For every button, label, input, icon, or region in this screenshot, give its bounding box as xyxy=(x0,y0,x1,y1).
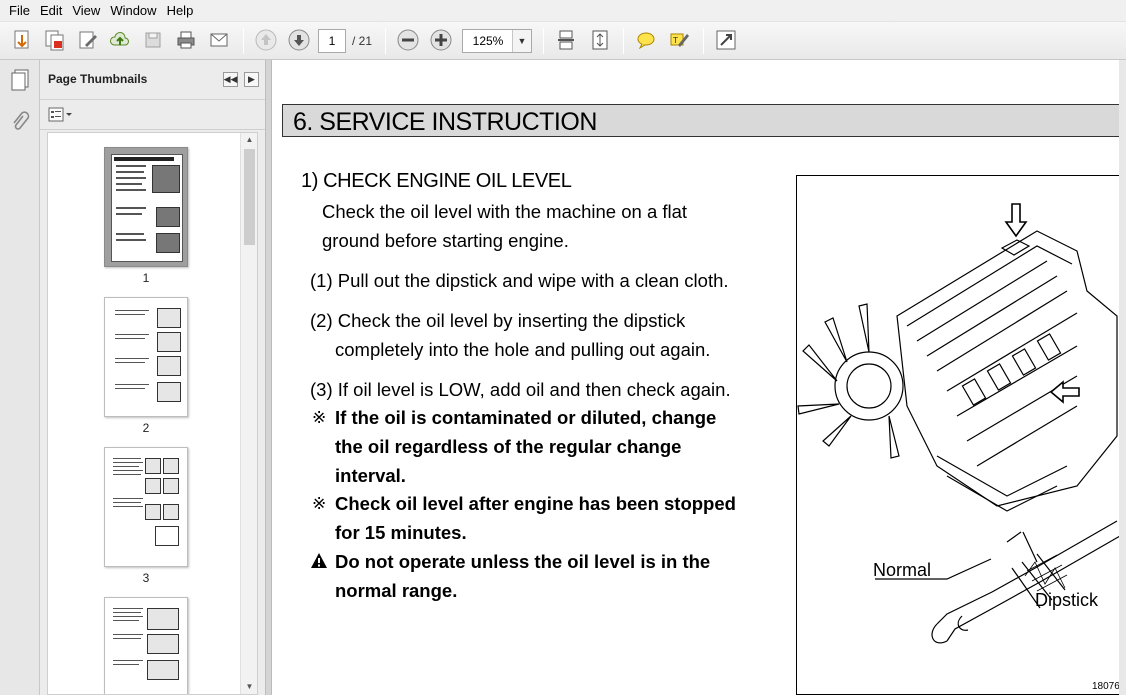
normal-label: Normal xyxy=(873,560,932,580)
next-page-icon[interactable] xyxy=(286,27,312,53)
toolbar: 1 / 21 125% ▼ T xyxy=(0,22,1126,60)
thumbnail-page-4[interactable] xyxy=(104,597,188,694)
scroll-down-icon[interactable]: ▼ xyxy=(241,680,257,694)
menu-view[interactable]: View xyxy=(67,0,105,22)
scroll-up-icon[interactable]: ▲ xyxy=(241,133,257,147)
warning-line-1: Do not operate unless the oil level is i… xyxy=(335,551,711,572)
zoom-out-icon[interactable] xyxy=(395,27,421,53)
thumbnail-label: 2 xyxy=(142,421,150,435)
menu-bar: File Edit View Window Help xyxy=(0,0,1126,22)
zoom-select[interactable]: 125% ▼ xyxy=(462,29,532,53)
step-2-line-2: completely into the hole and pulling out… xyxy=(335,339,711,360)
expand-icon[interactable] xyxy=(713,27,739,53)
figure-number: 18076 xyxy=(1092,681,1120,692)
create-pdf-icon[interactable] xyxy=(9,27,35,53)
thumbnail-page-3[interactable] xyxy=(104,447,188,567)
thumbnails-panel: Page Thumbnails ◀◀ ▶ 1 2 3 ▲ ▼ xyxy=(40,60,265,695)
step-3: (3) If oil level is LOW, add oil and the… xyxy=(310,379,731,400)
print-icon[interactable] xyxy=(173,27,199,53)
note-2-line-1: Check oil level after engine has been st… xyxy=(335,493,736,514)
note-1-line-1: If the oil is contaminated or diluted, c… xyxy=(335,407,717,428)
combine-files-icon[interactable] xyxy=(41,27,67,53)
thumbnails-scrollbar[interactable]: ▲ ▼ xyxy=(240,133,257,694)
note-1-line-2: the oil regardless of the regular change xyxy=(335,436,682,457)
thumbnail-page-2[interactable] xyxy=(104,297,188,417)
zoom-value: 125% xyxy=(472,34,504,48)
scrolling-mode-icon[interactable] xyxy=(553,27,579,53)
svg-text:T: T xyxy=(672,36,678,45)
document-scrollbar[interactable] xyxy=(1119,60,1126,695)
attachments-icon[interactable] xyxy=(6,108,34,136)
note-1-line-3: interval. xyxy=(335,465,406,486)
note-mark: ※ xyxy=(312,408,327,427)
email-icon[interactable] xyxy=(206,27,232,53)
engine-figure: Normal Dipstick xyxy=(796,175,1126,695)
thumbnails-toolbar xyxy=(40,100,265,130)
previous-page-icon[interactable] xyxy=(253,27,279,53)
warning-line-2: normal range. xyxy=(335,580,458,601)
section-banner: 6. SERVICE INSTRUCTION xyxy=(282,104,1122,137)
chevron-down-icon[interactable]: ▼ xyxy=(512,30,531,52)
zoom-in-icon[interactable] xyxy=(428,27,454,53)
fan-drawing xyxy=(797,303,904,459)
menu-file[interactable]: File xyxy=(4,0,35,22)
thumbnails-header: Page Thumbnails ◀◀ ▶ xyxy=(40,60,265,100)
page-number-input[interactable]: 1 xyxy=(318,29,346,53)
thumbnail-label: 1 xyxy=(142,271,150,285)
save-icon[interactable] xyxy=(140,27,166,53)
upload-cloud-icon[interactable] xyxy=(107,27,133,53)
intro-line-2: ground before starting engine. xyxy=(322,230,569,251)
step-2-line-1: (2) Check the oil level by inserting the… xyxy=(310,310,686,331)
menu-window[interactable]: Window xyxy=(105,0,161,22)
thumbnails-title: Page Thumbnails xyxy=(48,72,148,86)
note-mark: ※ xyxy=(312,494,327,513)
thumbnail-label: 3 xyxy=(142,571,150,585)
engine-illustration xyxy=(797,203,1121,644)
thumbnail-page-1[interactable] xyxy=(104,147,188,267)
navigation-strip xyxy=(0,60,40,695)
warning-icon xyxy=(310,552,328,574)
edit-document-icon[interactable] xyxy=(75,27,101,53)
step-1: (1) Pull out the dipstick and wipe with … xyxy=(310,270,729,291)
section-title: 6. SERVICE INSTRUCTION xyxy=(293,108,597,136)
collapse-panel-icon[interactable]: ◀◀ xyxy=(223,72,238,87)
highlight-icon[interactable]: T xyxy=(666,27,692,53)
document-page: 6. SERVICE INSTRUCTION 1) CHECK ENGINE O… xyxy=(271,60,1126,695)
thumbnails-list: 1 2 3 ▲ ▼ xyxy=(47,132,258,695)
page-thumbnails-icon[interactable] xyxy=(6,66,34,94)
expand-panel-icon[interactable]: ▶ xyxy=(244,72,259,87)
options-menu-icon[interactable] xyxy=(48,107,74,128)
menu-help[interactable]: Help xyxy=(162,0,199,22)
comment-icon[interactable] xyxy=(633,27,659,53)
document-viewport: 6. SERVICE INSTRUCTION 1) CHECK ENGINE O… xyxy=(271,60,1126,695)
scrollbar-thumb[interactable] xyxy=(244,149,255,245)
menu-edit[interactable]: Edit xyxy=(35,0,67,22)
note-2-line-2: for 15 minutes. xyxy=(335,522,467,543)
heading: 1) CHECK ENGINE OIL LEVEL xyxy=(301,170,572,192)
dipstick-label: Dipstick xyxy=(1035,590,1099,610)
page-total-label: / 21 xyxy=(352,34,373,48)
dipstick-drawing xyxy=(875,520,1121,644)
fit-page-icon[interactable] xyxy=(587,27,613,53)
intro-line-1: Check the oil level with the machine on … xyxy=(322,201,688,222)
